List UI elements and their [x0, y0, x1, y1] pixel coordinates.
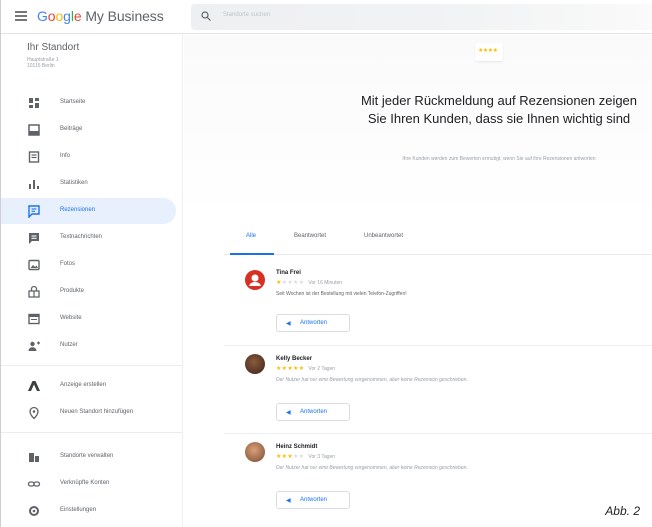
insights-icon: [29, 180, 39, 189]
avatar: [245, 442, 265, 462]
add-location-icon: [29, 406, 39, 420]
tab-unbeantwortet[interactable]: Unbeantwortet: [364, 233, 403, 239]
reply-button[interactable]: ◀ Antworten: [276, 314, 350, 332]
reply-button[interactable]: ◀ Antworten: [276, 491, 350, 509]
reviewer-name: Tina Frei: [276, 270, 301, 276]
reply-icon: ◀: [286, 410, 291, 416]
sidebar-item-fotos[interactable]: Fotos: [1, 252, 176, 278]
sidebar-item-verknuepfte-konten[interactable]: Verknüpfte Konten: [1, 471, 176, 497]
hero-banner: [184, 35, 652, 220]
website-icon: [28, 313, 40, 325]
photos-icon: [28, 259, 40, 271]
review-tabs: Alle Beantwortet Unbeantwortet: [224, 225, 652, 255]
search-icon: [201, 11, 211, 21]
review-text: Der Nutzer hat nur eine Bewertung vorgen…: [276, 377, 468, 383]
reviewer-name: Heinz Schmidt: [276, 444, 318, 450]
review-card: Heinz Schmidt ★★★★★ Vor 3 Tagen Der Nutze…: [224, 434, 652, 522]
review-time: Vor 16 Minuten: [308, 280, 343, 286]
top-bar: Google My Business Standorte suchen: [1, 0, 652, 34]
review-text: Der Nutzer hat nur eine Bewertung vorgen…: [276, 465, 468, 471]
review-time: Vor 3 Tagen: [308, 454, 336, 460]
messages-icon: [29, 233, 39, 244]
posts-icon: [28, 124, 40, 136]
info-icon: [28, 151, 40, 163]
users-icon: [28, 341, 40, 351]
sidebar-item-produkte[interactable]: Produkte: [1, 279, 176, 305]
tab-beantwortet[interactable]: Beantwortet: [294, 233, 326, 239]
app-window: Google My Business Standorte suchen Ihr …: [0, 0, 652, 527]
review-card: Tina Frei ★★★★★ Vor 16 Minuten Seit Woche…: [224, 258, 652, 346]
active-tab-indicator: [230, 253, 274, 255]
star-rating: ★★★★★ Vor 2 Tagen: [276, 366, 336, 372]
products-icon: [28, 285, 40, 298]
reply-icon: ◀: [286, 498, 291, 504]
hamburger-menu-icon[interactable]: [15, 11, 27, 21]
sidebar-item-info[interactable]: Info: [1, 144, 176, 170]
reviewer-name: Kelly Becker: [276, 356, 313, 362]
sidebar-item-standorte-verwalten[interactable]: Standorte verwalten: [1, 444, 176, 470]
sidebar-item-nutzer[interactable]: Nutzer: [1, 333, 176, 359]
review-time: Vor 2 Tagen: [308, 366, 336, 372]
sidebar-item-startseite[interactable]: Startseite: [1, 90, 176, 116]
ads-icon: [28, 381, 40, 391]
sidebar: Ihr Standort Hauptstraße 1 10115 Berlin …: [1, 34, 183, 527]
dashboard-icon: [29, 98, 39, 108]
sidebar-item-neuer-standort[interactable]: Neuen Standort hinzufügen: [1, 400, 176, 426]
star-rating: ★★★★★ Vor 16 Minuten: [276, 280, 343, 286]
location-address: Hauptstraße 1 10115 Berlin: [27, 57, 59, 69]
sidebar-item-statistiken[interactable]: Statistiken: [1, 171, 176, 197]
reviews-icon: [28, 205, 40, 218]
tab-alle[interactable]: Alle: [246, 233, 256, 239]
manage-locations-icon: [29, 453, 39, 462]
avatar: [245, 354, 265, 374]
search-input[interactable]: Standorte suchen: [191, 4, 652, 30]
sidebar-item-beitraege[interactable]: Beiträge: [1, 117, 176, 143]
sidebar-item-rezensionen[interactable]: Rezensionen: [1, 198, 176, 224]
search-placeholder: Standorte suchen: [223, 12, 271, 18]
reviews-main: ★★★★ Mit jeder Rückmeldung auf Rezension…: [184, 35, 652, 527]
sidebar-item-einstellungen[interactable]: Einstellungen: [1, 498, 176, 524]
reply-icon: ◀: [286, 321, 291, 327]
hero-title: Mit jeder Rückmeldung auf Rezensionen ze…: [360, 93, 638, 126]
sidebar-divider: [1, 432, 183, 433]
review-text: Seit Wochen ist der Bestellung mit viele…: [276, 291, 407, 297]
default-avatar-icon: [249, 274, 261, 286]
review-card: Kelly Becker ★★★★★ Vor 2 Tagen Der Nutzer…: [224, 346, 652, 434]
reply-button[interactable]: ◀ Antworten: [276, 403, 350, 421]
hero-subtitle: Ihre Kunden werden zum Bewerten ermutigt…: [402, 156, 596, 162]
location-title: Ihr Standort: [27, 42, 80, 53]
sidebar-item-website[interactable]: Website: [1, 306, 176, 332]
settings-icon: [29, 506, 39, 516]
star-rating: ★★★★★ Vor 3 Tagen: [276, 454, 336, 460]
rating-illustration: ★★★★: [475, 43, 503, 61]
sidebar-divider: [1, 365, 183, 366]
sidebar-item-textnachrichten[interactable]: Textnachrichten: [1, 225, 176, 251]
figure-caption: Abb. 2: [605, 504, 640, 518]
linked-accounts-icon: [27, 481, 41, 487]
sidebar-item-anzeige-erstellen[interactable]: Anzeige erstellen: [1, 373, 176, 399]
avatar: [245, 270, 265, 290]
product-logo[interactable]: Google My Business: [37, 8, 164, 24]
